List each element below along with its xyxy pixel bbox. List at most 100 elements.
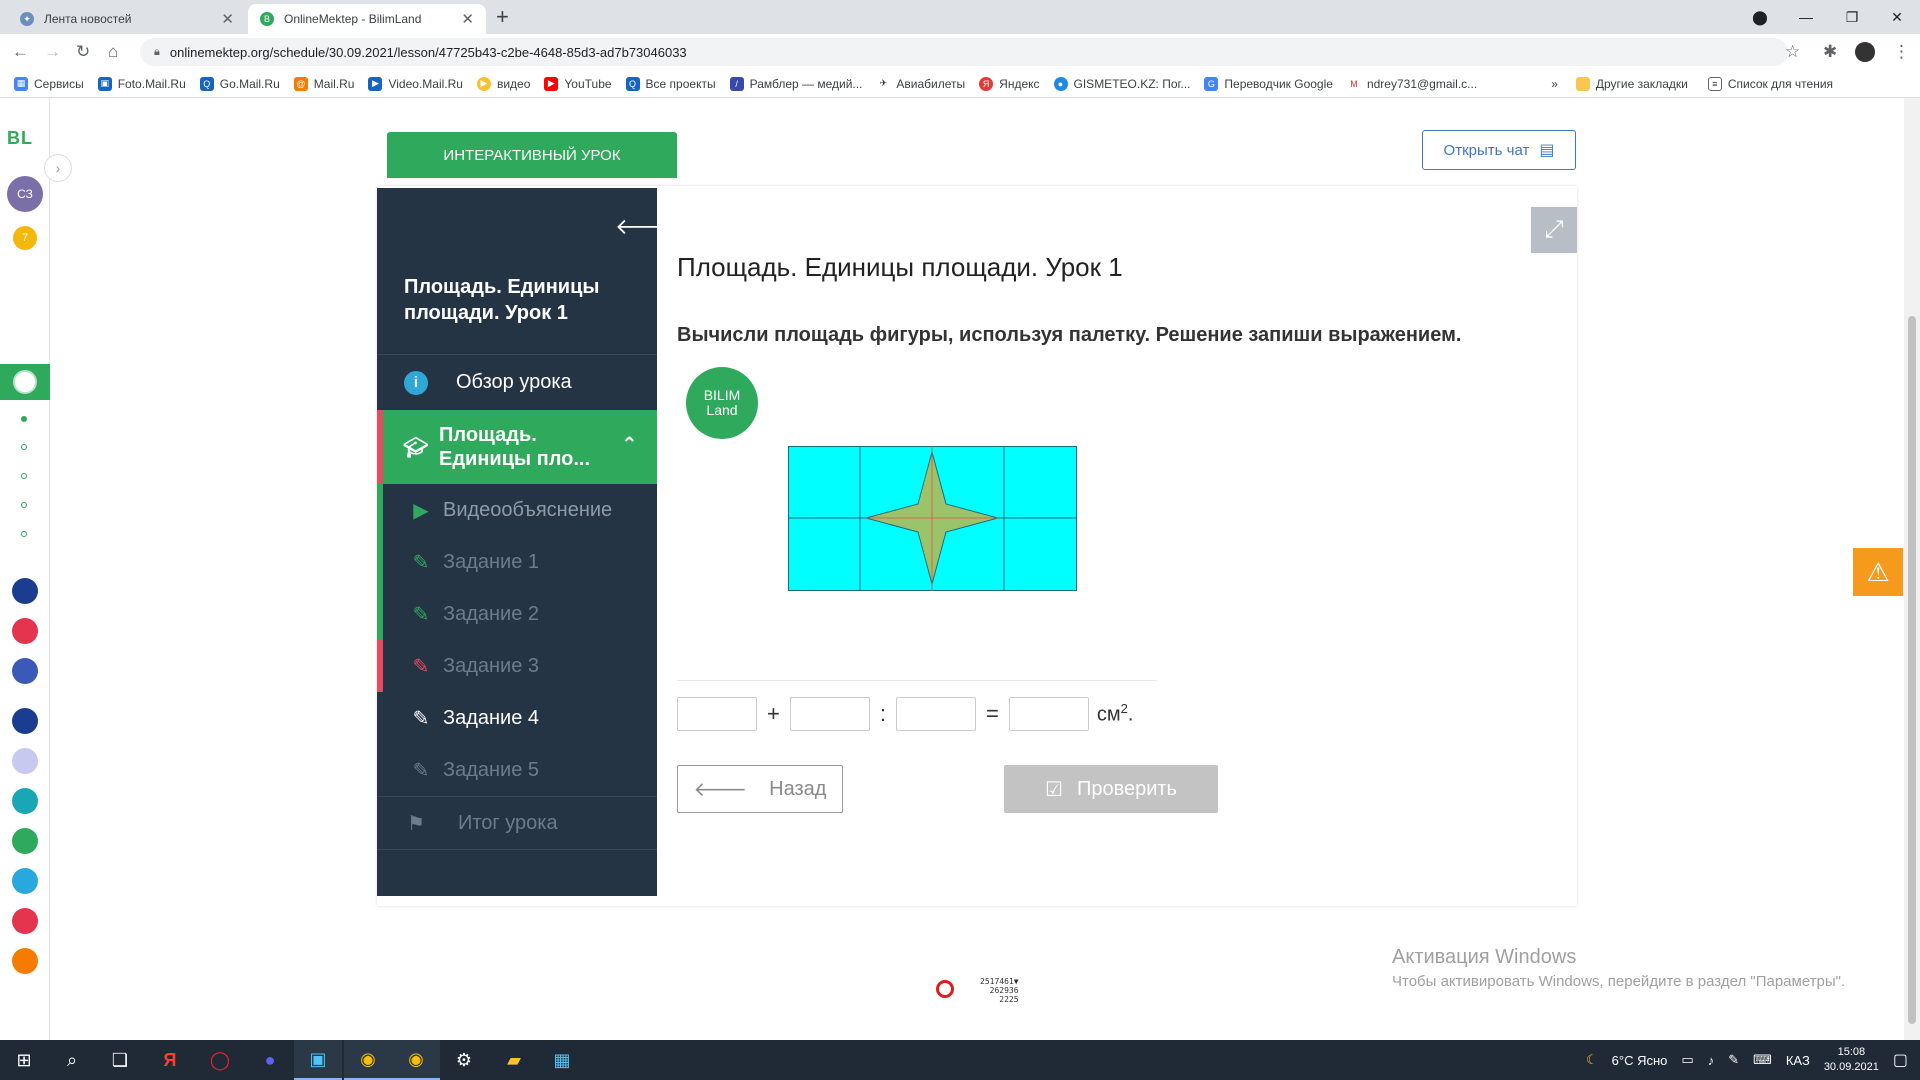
tuig-app-icon[interactable] [12,908,38,934]
chrome-icon[interactable]: ◉ [392,1040,440,1080]
clock[interactable]: 15:08 30.09.2021 [1824,1045,1879,1075]
yandex-browser-icon[interactable]: Я [146,1040,194,1080]
bookmark-item[interactable]: ● GISMETEO.KZ: Пог... [1053,76,1190,91]
bookmark-item[interactable]: / Рамблер — медий... [729,76,862,91]
chevron-up-icon[interactable]: ⌃ [621,432,638,457]
answer-input-result[interactable] [1008,697,1089,731]
bilim-app-icon[interactable] [12,578,38,604]
chrome-icon[interactable]: ◉ [344,1040,392,1080]
opera-icon[interactable]: ◯ [196,1040,244,1080]
bookmark-item[interactable]: ✈ Авиабилеты [876,76,965,91]
forward-arrow-icon[interactable]: → [44,42,61,62]
tab-news[interactable]: ✦ Лента новостей ✕ [8,4,246,34]
extensions-icon[interactable]: ✱ [1823,42,1837,62]
reload-icon[interactable]: ↻ [76,42,90,62]
discord-icon[interactable]: ● [246,1040,294,1080]
network-icon[interactable]: ▭ [1681,1052,1693,1068]
test-app-icon[interactable] [12,868,38,894]
rail-dot[interactable] [21,502,27,508]
rail-dot[interactable] [21,473,27,479]
sidebar-item-task-1[interactable]: ✎ Задание 1 [377,536,657,588]
smart-nation-app-icon[interactable] [12,708,38,734]
bilim-app-icon[interactable] [12,788,38,814]
notification-badge[interactable]: 7 [13,226,37,250]
chevron-right-icon[interactable]: › [44,154,72,182]
sidebar-item-result[interactable]: ⚑ Итог урока [377,796,657,850]
bilim-app-icon[interactable] [12,658,38,684]
bookmark-item[interactable]: Q Go.Mail.Ru [199,76,280,91]
rail-dot[interactable] [21,444,27,450]
reading-list[interactable]: ≡ Список для чтения [1707,76,1833,91]
maximize-icon[interactable]: ❐ [1829,0,1875,34]
interactive-lesson-tab[interactable]: ИНТЕРАКТИВНЫЙ УРОК [387,132,677,178]
video-mail-icon: ▶ [368,76,383,91]
rail-dot[interactable] [21,416,27,422]
scrollbar-thumb[interactable] [1908,316,1916,1024]
bilim-land-app-icon[interactable] [12,828,38,854]
check-button[interactable]: ☑ Проверить [1004,765,1218,813]
keyboard-app-icon[interactable] [12,748,38,774]
weather-text[interactable]: 6°C Ясно [1612,1053,1668,1068]
sidebar-item-task-2[interactable]: ✎ Задание 2 [377,588,657,640]
sidebar-item-task-3[interactable]: ✎ Задание 3 [377,640,657,692]
windows-start-icon[interactable]: ⊞ [0,1040,48,1080]
bookmark-item[interactable]: ▶ YouTube [544,76,612,91]
close-icon[interactable]: ✕ [461,10,474,28]
url-field[interactable]: 🔒︎ onlinemektep.org/schedule/30.09.2021/… [140,38,1788,66]
sidebar-item-topic[interactable]: 🎓︎ Площадь. Единицы пло... ⌃ [377,410,657,484]
window-close-icon[interactable]: ✕ [1874,0,1920,34]
bilim-shop-app-icon[interactable] [12,618,38,644]
back-arrow-icon[interactable]: ← [12,42,29,62]
page-scrollbar[interactable] [1904,98,1920,1040]
bookmark-item[interactable]: Mndrey731@gmail.c... [1346,76,1477,91]
visit-counter[interactable]: 2517461▼ 262936 2225 [930,976,1022,1006]
other-bookmarks[interactable]: Другие закладки [1575,76,1688,91]
profile-avatar[interactable] [1855,42,1875,62]
photos-app-icon[interactable]: ▣ [294,1040,342,1080]
bookmark-item[interactable]: ▣ Foto.Mail.Ru [97,76,186,91]
open-chat-button[interactable]: Открыть чат ▤ [1422,130,1576,170]
sidebar-item-task-4[interactable]: ✎ Задание 4 [377,692,657,744]
sidebar-item-video[interactable]: ▶ Видеообъяснение [377,484,657,536]
settings-gear-icon[interactable]: ⚙ [440,1040,488,1080]
bookmarks-more-chevron[interactable]: » [1551,77,1558,91]
fullscreen-expand-icon[interactable]: ⤢ [1531,207,1577,253]
bl-logo[interactable]: BL [7,128,33,149]
bookmark-item[interactable]: Я Яндекс [979,76,1040,91]
close-icon[interactable]: ✕ [221,10,234,28]
warning-icon[interactable]: ⚠ [1853,548,1903,596]
rail-active-app[interactable] [0,364,50,400]
volume-icon[interactable]: ♪ [1708,1053,1715,1068]
home-icon[interactable]: ⌂ [108,42,118,62]
back-button[interactable]: 🡐 Назад [677,765,843,813]
sidebar-item-task-5[interactable]: ✎ Задание 5 [377,744,657,796]
bookmark-item[interactable]: @ Mail.Ru [293,76,354,91]
bookmark-star-icon[interactable]: ☆ [1785,42,1800,62]
sidebar-item-overview[interactable]: i Обзор урока [377,354,657,410]
user-avatar[interactable]: СЗ [7,176,43,212]
back-arrow-icon[interactable]: 🡐 [615,214,674,240]
keyboard-icon[interactable]: ⌨ [1753,1052,1772,1068]
task-view-icon[interactable]: ❏ [96,1040,144,1080]
rail-dot[interactable] [21,531,27,537]
search-icon[interactable]: ⌕ [48,1040,96,1080]
notifications-icon[interactable]: ▢ [1893,1050,1908,1070]
tab-onlinemektep[interactable]: B OnlineMektep - BilimLand ✕ [248,4,486,34]
bookmark-item[interactable]: ▶ видео [476,76,530,91]
new-tab-plus-icon[interactable]: + [496,6,509,28]
answer-input-2[interactable] [789,697,870,731]
answer-input-1[interactable] [677,697,757,731]
profile-dropdown-icon[interactable]: ⬤ [1737,0,1783,34]
pen-icon[interactable]: ✎ [1728,1052,1739,1068]
file-explorer-folder-icon[interactable]: ▰ [490,1040,538,1080]
orange-app-icon[interactable] [12,948,38,974]
answer-input-3[interactable] [895,697,976,731]
bookmark-item[interactable]: G Переводчик Google [1204,76,1333,91]
menu-dots-icon[interactable]: ⋮ [1893,42,1910,62]
language-indicator[interactable]: КАЗ [1786,1053,1810,1068]
bookmark-item[interactable]: Q Все проекты [625,76,716,91]
bookmark-item[interactable]: ▶ Video.Mail.Ru [368,76,463,91]
bookmark-item[interactable]: ▦ Сервисы [14,76,84,91]
calculator-icon[interactable]: ▦ [538,1040,586,1080]
minimize-icon[interactable]: — [1783,0,1829,34]
